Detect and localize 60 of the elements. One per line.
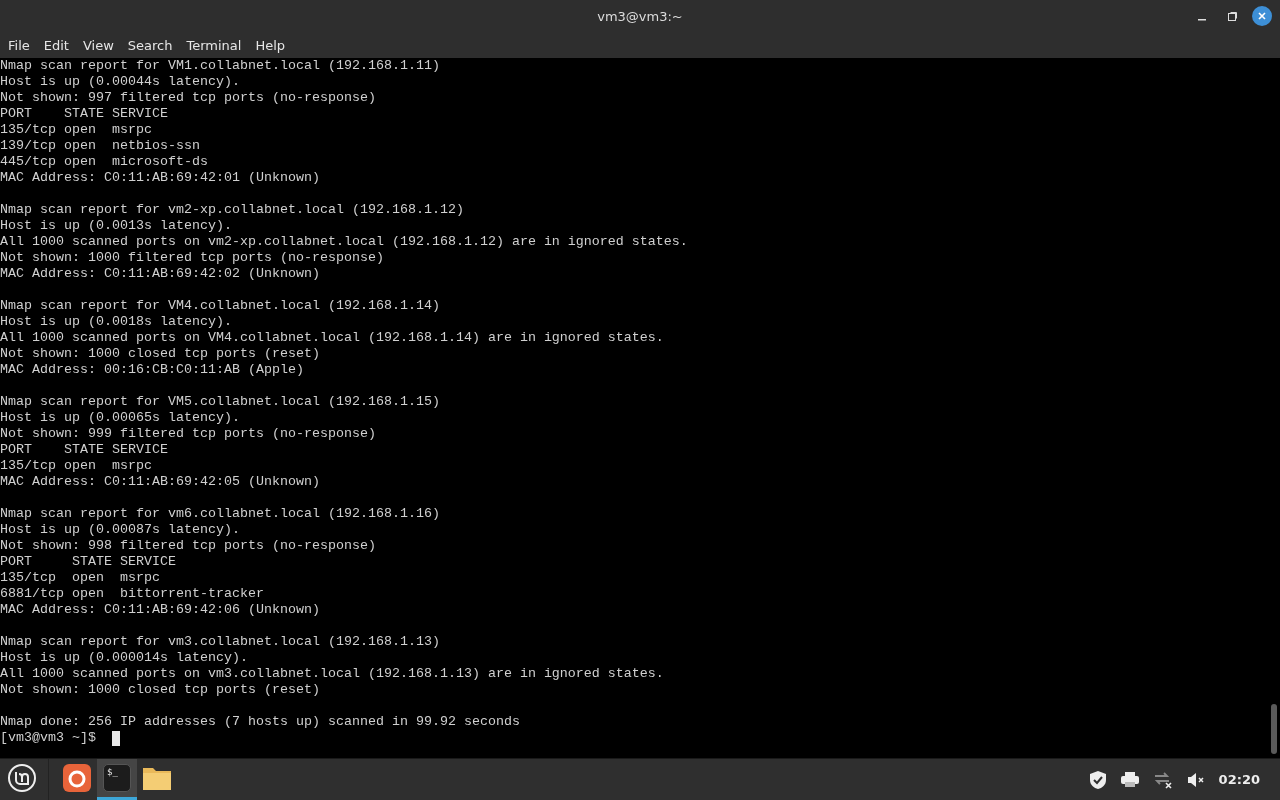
terminal-line: Nmap scan report for VM5.collabnet.local (192.168.1.15) bbox=[0, 394, 440, 410]
folder-icon bbox=[142, 765, 172, 791]
window-title: vm3@vm3:~ bbox=[597, 8, 683, 24]
shield-check-icon[interactable] bbox=[1088, 769, 1107, 790]
terminal-line: Host is up (0.0018s latency). bbox=[0, 314, 232, 330]
terminal-line: All 1000 scanned ports on vm3.collabnet.local (192.168.1.13) are in ignored states. bbox=[0, 666, 664, 682]
terminal-line: MAC Address: C0:11:AB:69:42:05 (Unknown) bbox=[0, 474, 320, 490]
terminal-line: All 1000 scanned ports on VM4.collabnet.local (192.168.1.14) are in ignored states. bbox=[0, 330, 664, 346]
terminal-line: MAC Address: 00:16:CB:C0:11:AB (Apple) bbox=[0, 362, 304, 378]
terminal-line: 6881/tcp open bittorrent-tracker bbox=[0, 586, 264, 602]
maximize-icon bbox=[1226, 10, 1238, 22]
terminal-line: 135/tcp open msrpc bbox=[0, 458, 152, 474]
terminal-line: 135/tcp open msrpc bbox=[0, 570, 160, 586]
terminal-line: MAC Address: C0:11:AB:69:42:06 (Unknown) bbox=[0, 602, 320, 618]
terminal-line: MAC Address: C0:11:AB:69:42:01 (Unknown) bbox=[0, 170, 320, 186]
text-cursor bbox=[112, 730, 120, 746]
taskbar-app-button[interactable]: $_ bbox=[97, 759, 137, 800]
printer-icon[interactable] bbox=[1120, 771, 1139, 788]
close-icon bbox=[1257, 11, 1267, 21]
terminal-line: 445/tcp open microsoft-ds bbox=[0, 154, 208, 170]
terminal-line: 139/tcp open netbios-ssn bbox=[0, 138, 200, 154]
terminal-line: PORT STATE SERVICE bbox=[0, 442, 168, 458]
terminal-line: Nmap done: 256 IP addresses (7 hosts up) scanned in 99.92 seconds bbox=[0, 714, 520, 730]
terminal-line: Not shown: 1000 closed tcp ports (reset) bbox=[0, 682, 320, 698]
terminal-line: PORT STATE SERVICE bbox=[0, 554, 176, 570]
terminal-line: Host is up (0.00087s latency). bbox=[0, 522, 240, 538]
terminal-line: Not shown: 1000 closed tcp ports (reset) bbox=[0, 346, 320, 362]
shell-prompt: [vm3@vm3 ~]$ bbox=[0, 730, 96, 746]
terminal-line: Nmap scan report for vm3.collabnet.local (192.168.1.13) bbox=[0, 634, 440, 650]
scrollbar-thumb[interactable] bbox=[1271, 704, 1277, 754]
menu-item[interactable]: Help bbox=[251, 37, 290, 53]
terminal-line: MAC Address: C0:11:AB:69:42:02 (Unknown) bbox=[0, 266, 320, 282]
menu-item[interactable]: File bbox=[4, 37, 34, 53]
minimize-icon bbox=[1198, 19, 1206, 21]
close-button[interactable] bbox=[1252, 6, 1272, 26]
terminal-line: Host is up (0.00065s latency). bbox=[0, 410, 240, 426]
terminal-line: Host is up (0.000014s latency). bbox=[0, 650, 248, 666]
terminal-line: Host is up (0.0013s latency). bbox=[0, 218, 232, 234]
terminal-line: Not shown: 999 filtered tcp ports (no-response) bbox=[0, 426, 376, 442]
terminal-line: Nmap scan report for VM4.collabnet.local (192.168.1.14) bbox=[0, 298, 440, 314]
terminal-line: Not shown: 997 filtered tcp ports (no-response) bbox=[0, 90, 376, 106]
terminal-icon: $_ bbox=[103, 764, 131, 792]
menu-item[interactable]: View bbox=[78, 37, 118, 53]
terminal-line: PORT STATE SERVICE bbox=[0, 106, 168, 122]
menu-item[interactable]: Search bbox=[123, 37, 177, 53]
terminal-line: Host is up (0.00044s latency). bbox=[0, 74, 240, 90]
terminal-line: Nmap scan report for VM1.collabnet.local (192.168.1.11) bbox=[0, 58, 440, 74]
logo-icon bbox=[7, 763, 37, 793]
terminal-line: Not shown: 998 filtered tcp ports (no-response) bbox=[0, 538, 376, 554]
terminal-line: Not shown: 1000 filtered tcp ports (no-response) bbox=[0, 250, 384, 266]
browser-icon bbox=[63, 764, 91, 792]
terminal-line: 135/tcp open msrpc bbox=[0, 122, 152, 138]
menu-item[interactable]: Terminal bbox=[182, 37, 246, 53]
network-disconnected-icon[interactable] bbox=[1152, 770, 1173, 789]
menu-item[interactable]: Edit bbox=[39, 37, 73, 53]
terminal-line: All 1000 scanned ports on vm2-xp.collabnet.local (192.168.1.12) are in ignored states. bbox=[0, 234, 688, 250]
terminal-line: Nmap scan report for vm2-xp.collabnet.local (192.168.1.12) bbox=[0, 202, 464, 218]
terminal-line: Nmap scan report for vm6.collabnet.local (192.168.1.16) bbox=[0, 506, 440, 522]
clock[interactable]: 02:20 bbox=[1218, 772, 1260, 787]
volume-muted-icon[interactable] bbox=[1186, 771, 1205, 788]
